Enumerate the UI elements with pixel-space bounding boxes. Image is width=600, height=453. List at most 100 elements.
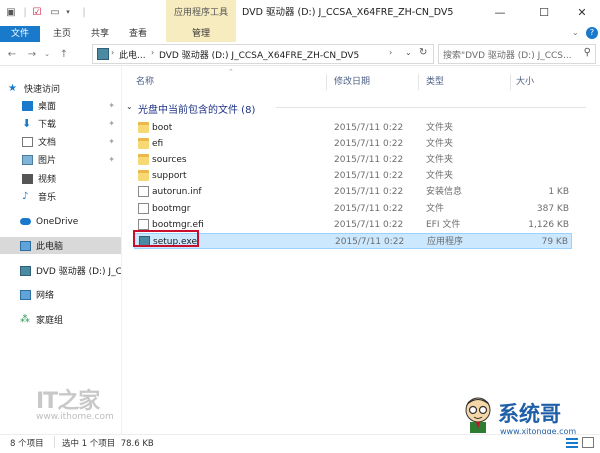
file-row[interactable]: sources 2015/7/11 0:22 文件夹 bbox=[134, 152, 572, 168]
nav-item-documents[interactable]: 文档 ✦ bbox=[0, 133, 121, 150]
file-icon bbox=[138, 202, 149, 214]
file-row[interactable]: boot 2015/7/11 0:22 文件夹 bbox=[134, 120, 572, 136]
nav-label: 网络 bbox=[36, 291, 55, 301]
help-icon[interactable]: ? bbox=[586, 27, 598, 39]
file-row[interactable]: bootmgr 2015/7/11 0:22 文件 387 KB bbox=[134, 201, 572, 217]
customize-quick-access-icon[interactable]: ▾ bbox=[62, 4, 74, 20]
mascot-logo bbox=[462, 396, 494, 434]
file-name: efi bbox=[152, 139, 164, 150]
large-icons-view-icon[interactable] bbox=[582, 437, 594, 448]
breadcrumb-drive[interactable]: DVD 驱动器 (D:) J_CCSA_X64FRE_ZH-CN_DV5 bbox=[159, 48, 359, 61]
nav-label: 快速访问 bbox=[24, 85, 61, 95]
nav-item-downloads[interactable]: ⬇ 下载 ✦ bbox=[0, 115, 121, 132]
column-divider[interactable] bbox=[418, 74, 419, 90]
search-icon[interactable]: ⚲ bbox=[584, 47, 591, 58]
tab-home[interactable]: 主页 bbox=[44, 26, 80, 42]
nav-label: DVD 驱动器 (D:) J_C bbox=[36, 267, 121, 277]
pin-icon: ✦ bbox=[108, 119, 115, 128]
nav-label: 文档 bbox=[38, 138, 57, 148]
file-date: 2015/7/11 0:22 bbox=[334, 171, 404, 182]
nav-item-desktop[interactable]: 桌面 ✦ bbox=[0, 97, 121, 114]
nav-quick-access[interactable]: ★ 快速访问 bbox=[0, 80, 121, 97]
file-row[interactable]: support 2015/7/11 0:22 文件夹 bbox=[134, 168, 572, 184]
window-title: DVD 驱动器 (D:) J_CCSA_X64FRE_ZH-CN_DV5 bbox=[242, 7, 454, 18]
recent-locations-icon[interactable]: ⌄ bbox=[42, 46, 52, 62]
file-type: 安装信息 bbox=[426, 187, 463, 198]
pin-icon: ✦ bbox=[108, 155, 115, 164]
folder-icon bbox=[138, 170, 149, 182]
back-icon[interactable]: ← bbox=[4, 46, 20, 62]
explorer-app-icon[interactable]: ▣ bbox=[4, 4, 18, 20]
nav-dvd-drive[interactable]: DVD 驱动器 (D:) J_C bbox=[0, 262, 121, 279]
nav-homegroup[interactable]: ⁂ 家庭组 bbox=[0, 311, 121, 328]
file-name: boot bbox=[152, 123, 173, 133]
column-divider[interactable] bbox=[326, 74, 327, 90]
music-icon: ♪ bbox=[22, 190, 29, 202]
nav-this-pc[interactable]: 此电脑 bbox=[0, 237, 121, 254]
file-row[interactable]: setup.exe 2015/7/11 0:22 应用程序 79 KB bbox=[134, 232, 572, 249]
documents-icon bbox=[22, 136, 33, 147]
expand-ribbon-icon[interactable]: ⌄ bbox=[572, 28, 582, 40]
address-bar[interactable]: › 此电... › DVD 驱动器 (D:) J_CCSA_X64FRE_ZH-… bbox=[92, 44, 434, 64]
refresh-icon[interactable]: ↻ bbox=[419, 47, 427, 58]
search-placeholder: 搜索"DVD 驱动器 (D:) J_CCS... bbox=[443, 51, 572, 61]
breadcrumb-this-pc[interactable]: 此电... bbox=[119, 48, 146, 61]
pin-icon: ✦ bbox=[108, 101, 115, 110]
properties-icon[interactable]: ☑ bbox=[30, 4, 44, 20]
separator-icon: | bbox=[82, 6, 86, 18]
forward-icon[interactable]: → bbox=[24, 46, 40, 62]
file-date: 2015/7/11 0:22 bbox=[334, 139, 404, 150]
network-icon bbox=[20, 289, 31, 300]
nav-item-pictures[interactable]: 图片 ✦ bbox=[0, 151, 121, 168]
item-count: 8 个项目 bbox=[10, 439, 44, 449]
tab-file[interactable]: 文件 bbox=[0, 26, 40, 42]
folder-icon bbox=[138, 154, 149, 166]
tab-share[interactable]: 共享 bbox=[82, 26, 118, 42]
download-icon: ⬇ bbox=[22, 116, 32, 130]
new-folder-icon[interactable]: ▭ bbox=[48, 4, 62, 20]
nav-label: 下载 bbox=[38, 120, 57, 130]
close-icon[interactable]: ✕ bbox=[562, 0, 600, 24]
ithome-logo: IT之家 bbox=[36, 383, 100, 415]
file-type: EFI 文件 bbox=[426, 219, 461, 230]
nav-label: 音乐 bbox=[38, 193, 57, 203]
column-header-size[interactable]: 大小 bbox=[516, 74, 576, 90]
up-icon[interactable]: ↑ bbox=[56, 46, 72, 62]
maximize-icon[interactable]: ☐ bbox=[524, 0, 564, 24]
file-date: 2015/7/11 0:22 bbox=[335, 236, 405, 247]
file-row[interactable]: bootmgr.efi 2015/7/11 0:22 EFI 文件 1,126 KB bbox=[134, 217, 572, 233]
settings-file-icon bbox=[138, 186, 149, 198]
folder-icon bbox=[138, 138, 149, 150]
column-header-date[interactable]: 修改日期 bbox=[334, 74, 418, 90]
videos-icon bbox=[22, 173, 33, 184]
separator-icon: | bbox=[23, 6, 27, 18]
group-header[interactable]: 光盘中当前包含的文件 (8) bbox=[138, 101, 255, 116]
tab-manage[interactable]: 管理 bbox=[166, 26, 236, 42]
file-type: 文件 bbox=[426, 203, 445, 214]
app-tools-context-header: 应用程序工具 bbox=[166, 0, 236, 26]
nav-onedrive[interactable]: OneDrive bbox=[0, 213, 121, 230]
file-date: 2015/7/11 0:22 bbox=[334, 123, 404, 133]
nav-label: 家庭组 bbox=[36, 316, 64, 326]
column-header-type[interactable]: 类型 bbox=[426, 74, 510, 90]
column-header-name[interactable]: 名称 bbox=[136, 74, 326, 90]
pictures-icon bbox=[22, 154, 33, 165]
address-dropdown-icon[interactable]: ⌄ bbox=[405, 48, 412, 57]
brand-logo: 系统哥 bbox=[498, 402, 561, 426]
search-input[interactable]: 搜索"DVD 驱动器 (D:) J_CCS... ⚲ bbox=[438, 44, 596, 64]
file-type: 文件夹 bbox=[426, 171, 454, 182]
ithome-logo-text: IT之家 bbox=[36, 389, 100, 414]
tab-view[interactable]: 查看 bbox=[120, 26, 156, 42]
file-size: 387 KB bbox=[536, 203, 569, 214]
file-date: 2015/7/11 0:22 bbox=[334, 187, 404, 198]
nav-network[interactable]: 网络 bbox=[0, 286, 121, 303]
nav-item-music[interactable]: ♪ 音乐 bbox=[0, 188, 121, 205]
file-name: sources bbox=[152, 155, 187, 166]
file-row[interactable]: autorun.inf 2015/7/11 0:22 安装信息 1 KB bbox=[134, 184, 572, 200]
collapse-group-icon[interactable]: ⌄ bbox=[126, 102, 133, 111]
minimize-icon[interactable]: — bbox=[480, 0, 520, 24]
column-divider[interactable] bbox=[510, 74, 511, 90]
details-view-icon[interactable] bbox=[566, 437, 578, 448]
nav-item-videos[interactable]: 视频 bbox=[0, 170, 121, 187]
file-row[interactable]: efi 2015/7/11 0:22 文件夹 bbox=[134, 136, 572, 152]
